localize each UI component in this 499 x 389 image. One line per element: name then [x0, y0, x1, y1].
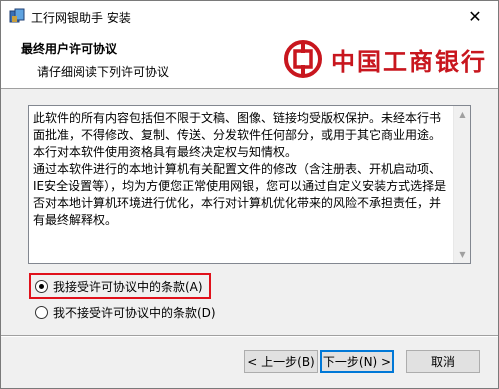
bank-logo: 中国工商银行: [283, 37, 487, 81]
installer-app-icon: [9, 8, 25, 24]
next-button[interactable]: 下一步(N) >: [320, 350, 394, 373]
scroll-up-icon[interactable]: ▲: [454, 106, 470, 123]
back-button[interactable]: < 上一步(B): [244, 350, 318, 373]
installer-window: 工行网银助手 安装 ✕ 最终用户许可协议 请仔细阅读下列许可协议 中国工商银行 …: [0, 0, 499, 389]
decline-radio[interactable]: [35, 306, 48, 319]
decline-label: 我不接受许可协议中的条款(D): [53, 306, 216, 320]
license-text: 此软件的所有内容包括但不限于文稿、图像、链接均受版权保护。未经本行书面批准，不得…: [33, 111, 447, 227]
license-scrollbar[interactable]: ▲ ▼: [453, 106, 470, 263]
cancel-button[interactable]: 取消: [406, 350, 480, 373]
accept-label: 我接受许可协议中的条款(A): [53, 280, 203, 294]
accept-radio[interactable]: [35, 280, 48, 293]
window-title: 工行网银助手 安装: [31, 11, 131, 25]
scroll-down-icon[interactable]: ▼: [454, 246, 470, 263]
icbc-logo-icon: [284, 40, 322, 78]
bank-name: 中国工商银行: [331, 46, 487, 76]
accept-option[interactable]: 我接受许可协议中的条款(A): [35, 278, 203, 295]
close-button[interactable]: ✕: [452, 1, 498, 31]
close-icon: ✕: [468, 6, 482, 26]
page-subtitle: 请仔细阅读下列许可协议: [37, 65, 170, 79]
title-bar: 工行网银助手 安装 ✕: [1, 1, 498, 31]
decline-option[interactable]: 我不接受许可协议中的条款(D): [35, 304, 216, 321]
header-banner: 最终用户许可协议 请仔细阅读下列许可协议 中国工商银行: [1, 31, 498, 89]
page-title: 最终用户许可协议: [21, 42, 118, 56]
license-textbox[interactable]: 此软件的所有内容包括但不限于文稿、图像、链接均受版权保护。未经本行书面批准，不得…: [28, 105, 471, 264]
footer-divider: [1, 335, 498, 337]
